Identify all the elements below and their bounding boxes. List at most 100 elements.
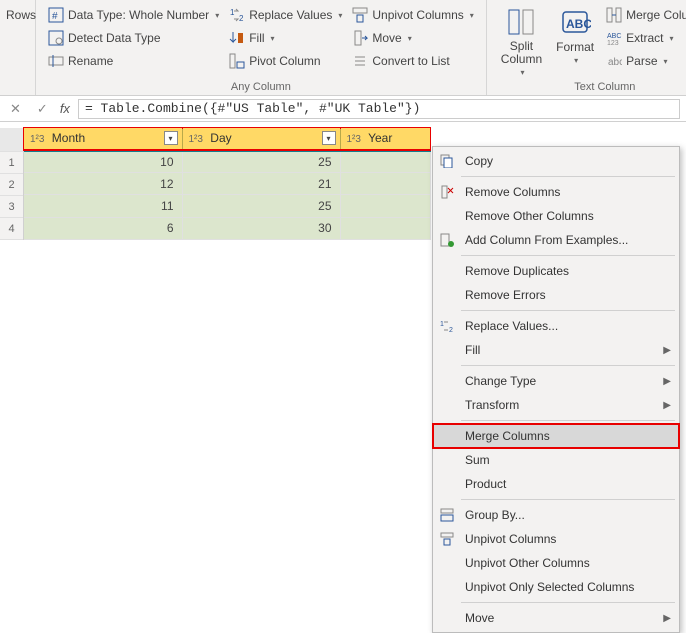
submenu-arrow-icon: ▶ [663, 376, 671, 387]
row-header[interactable]: 3 [0, 196, 23, 218]
filter-button[interactable]: ▾ [322, 131, 336, 145]
submenu-arrow-icon: ▶ [663, 345, 671, 356]
format-button[interactable]: ABC Format▾ [550, 4, 600, 79]
menu-group-by[interactable]: Group By... [433, 503, 679, 527]
cell[interactable] [340, 217, 430, 239]
row-header[interactable]: 4 [0, 218, 23, 240]
cancel-formula-button[interactable]: ✕ [6, 101, 25, 117]
remove-columns-icon [437, 182, 457, 202]
menu-change-type[interactable]: Change Type▶ [433, 369, 679, 393]
menu-replace-values[interactable]: 12 Replace Values... [433, 314, 679, 338]
svg-text:2: 2 [449, 327, 453, 333]
menu-move[interactable]: Move▶ [433, 606, 679, 630]
column-header-year[interactable]: 1²3 Year [340, 128, 430, 150]
split-icon [505, 6, 537, 38]
cell[interactable]: 11 [24, 195, 182, 217]
select-all-corner[interactable] [0, 128, 23, 152]
menu-fill[interactable]: Fill▶ [433, 338, 679, 362]
svg-text:ABC: ABC [566, 17, 591, 31]
chevron-down-icon: ▾ [520, 68, 524, 77]
svg-text:123: 123 [607, 40, 619, 46]
rows-label: Rows [2, 4, 40, 26]
pivot-icon [229, 53, 245, 69]
extract-icon: ABC123 [606, 30, 622, 46]
text-column-label: Text Column [495, 79, 686, 93]
chevron-down-icon: ▾ [271, 34, 275, 43]
number-type-icon: 1²3 [30, 134, 44, 145]
detect-data-type-button[interactable]: Detect Data Type [44, 27, 223, 49]
replace-values-button[interactable]: 12 Replace Values▾ [225, 4, 346, 26]
menu-unpivot[interactable]: Unpivot Columns [433, 527, 679, 551]
unpivot-icon [352, 7, 368, 23]
chevron-down-icon: ▾ [664, 57, 668, 66]
menu-copy[interactable]: Copy [433, 149, 679, 173]
svg-text:ABC: ABC [607, 33, 621, 40]
menu-unpivot-selected[interactable]: Unpivot Only Selected Columns [433, 575, 679, 599]
menu-merge-columns[interactable]: Merge Columns [433, 424, 679, 448]
chevron-down-icon: ▾ [574, 56, 578, 65]
replace-icon: 12 [229, 7, 245, 23]
menu-unpivot-other[interactable]: Unpivot Other Columns [433, 551, 679, 575]
unpivot-button[interactable]: Unpivot Columns▾ [348, 4, 477, 26]
merge-icon [606, 7, 622, 23]
fx-label: fx [60, 101, 70, 116]
rename-icon [48, 53, 64, 69]
group-icon [437, 505, 457, 525]
svg-text:2: 2 [239, 14, 244, 23]
copy-icon [437, 151, 457, 171]
data-type-icon: # [48, 7, 64, 23]
rows-group-label [2, 91, 27, 93]
menu-transform[interactable]: Transform▶ [433, 393, 679, 417]
convert-list-button[interactable]: Convert to List [348, 50, 477, 72]
replace-icon: 12 [437, 316, 457, 336]
cell[interactable]: 6 [24, 217, 182, 239]
format-icon: ABC [559, 6, 591, 38]
cell[interactable] [340, 150, 430, 172]
chevron-down-icon: ▾ [470, 11, 474, 20]
any-column-label: Any Column [44, 79, 478, 93]
parse-icon: abc [606, 53, 622, 69]
menu-remove-columns[interactable]: Remove Columns [433, 180, 679, 204]
chevron-down-icon: ▾ [338, 11, 342, 20]
rename-button[interactable]: Rename [44, 50, 223, 72]
svg-text:abc: abc [608, 57, 622, 68]
cell[interactable] [340, 173, 430, 195]
formula-input[interactable] [78, 99, 680, 119]
menu-sum[interactable]: Sum [433, 448, 679, 472]
menu-add-from-examples[interactable]: Add Column From Examples... [433, 228, 679, 252]
cell[interactable]: 10 [24, 150, 182, 172]
chevron-down-icon: ▾ [408, 34, 412, 43]
cell[interactable]: 25 [182, 195, 340, 217]
pivot-column-button[interactable]: Pivot Column [225, 50, 346, 72]
submenu-arrow-icon: ▶ [663, 400, 671, 411]
detect-icon [48, 30, 64, 46]
split-column-button[interactable]: Split Column▾ [495, 4, 548, 79]
fill-button[interactable]: Fill▾ [225, 27, 346, 49]
svg-text:#: # [52, 11, 58, 22]
ribbon: Rows # Data Type: Whole Number▾ Detect D… [0, 0, 686, 96]
parse-button[interactable]: abc Parse▾ [602, 50, 686, 72]
cell[interactable]: 30 [182, 217, 340, 239]
row-header[interactable]: 2 [0, 174, 23, 196]
column-header-month[interactable]: 1²3 Month ▾ [24, 128, 182, 150]
number-type-icon: 1²3 [189, 134, 203, 145]
menu-remove-other[interactable]: Remove Other Columns [433, 204, 679, 228]
cell[interactable]: 21 [182, 173, 340, 195]
filter-button[interactable]: ▾ [164, 131, 178, 145]
merge-columns-button[interactable]: Merge Columns [602, 4, 686, 26]
unpivot-icon [437, 529, 457, 549]
row-header[interactable]: 1 [0, 152, 23, 174]
menu-remove-duplicates[interactable]: Remove Duplicates [433, 259, 679, 283]
context-menu: Copy Remove Columns Remove Other Columns… [432, 146, 680, 633]
extract-button[interactable]: ABC123 Extract▾ [602, 27, 686, 49]
cell[interactable]: 25 [182, 150, 340, 172]
cell[interactable] [340, 195, 430, 217]
column-header-day[interactable]: 1²3 Day ▾ [182, 128, 340, 150]
cell[interactable]: 12 [24, 173, 182, 195]
data-type-button[interactable]: # Data Type: Whole Number▾ [44, 4, 223, 26]
menu-remove-errors[interactable]: Remove Errors [433, 283, 679, 307]
menu-product[interactable]: Product [433, 472, 679, 496]
move-button[interactable]: Move▾ [348, 27, 477, 49]
accept-formula-button[interactable]: ✓ [33, 101, 52, 117]
list-icon [352, 53, 368, 69]
